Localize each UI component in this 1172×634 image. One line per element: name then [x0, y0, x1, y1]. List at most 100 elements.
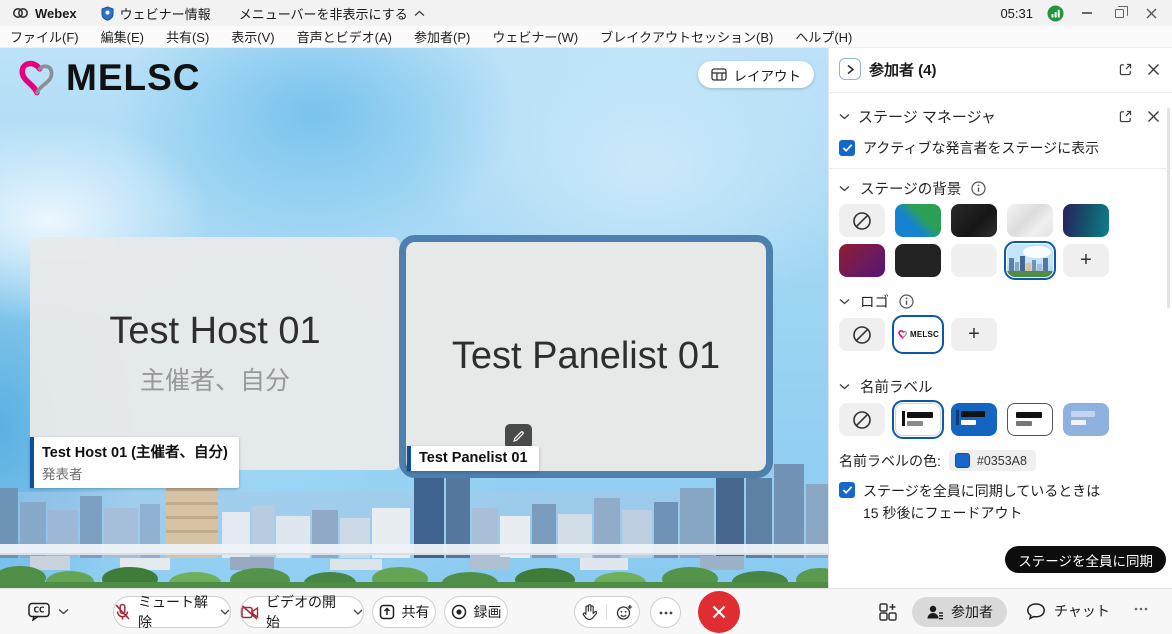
shield-icon — [101, 6, 114, 21]
chevron-down-icon[interactable] — [839, 298, 850, 305]
info-icon[interactable] — [971, 181, 986, 196]
color-swatch — [955, 453, 970, 468]
webinar-info-button[interactable]: ウェビナー情報 — [101, 4, 211, 23]
apps-button[interactable] — [878, 602, 898, 622]
video-tile-panelist[interactable]: Test Panelist 01 — [399, 235, 773, 478]
divider — [829, 92, 1172, 93]
chevron-down-icon[interactable] — [58, 608, 69, 615]
sync-fadeout-checkbox[interactable] — [839, 482, 855, 498]
info-icon[interactable] — [899, 294, 914, 309]
video-tile-host[interactable]: Test Host 01 主催者、自分 — [30, 237, 400, 470]
close-participants-icon[interactable] — [1147, 63, 1160, 76]
menu-share[interactable]: 共有(S) — [166, 27, 209, 46]
raise-hand-icon — [582, 604, 597, 621]
mic-muted-icon — [114, 603, 131, 621]
participants-panel-button[interactable]: 参加者 — [912, 597, 1007, 627]
popout-participants-icon[interactable] — [1118, 62, 1133, 77]
emoji-reaction-icon — [616, 604, 633, 621]
restore-button[interactable] — [1110, 4, 1128, 22]
record-label: 録画 — [474, 602, 502, 622]
record-icon — [451, 604, 467, 620]
bottom-toolbar: CC ミュート解除 ビデオの開始 — [0, 588, 1172, 634]
chevron-up-icon — [414, 10, 425, 17]
chevron-down-icon[interactable] — [220, 609, 230, 615]
more-options-button[interactable] — [650, 597, 681, 628]
collapse-panel-button[interactable] — [839, 58, 861, 80]
menu-participants[interactable]: 参加者(P) — [414, 27, 470, 46]
menu-edit[interactable]: 編集(E) — [101, 27, 144, 46]
meeting-timer: 05:31 — [1000, 6, 1033, 21]
panelist-name-label: Test Panelist 01 — [407, 446, 539, 471]
close-stage-manager-icon[interactable] — [1147, 110, 1160, 123]
chevron-down-icon[interactable] — [839, 185, 850, 192]
chevron-down-icon[interactable] — [839, 383, 850, 390]
melsc-heart-icon — [897, 329, 908, 340]
logo-swatch-melsc-selected[interactable]: MELSC — [895, 318, 941, 351]
active-speaker-checkbox[interactable] — [839, 140, 855, 156]
bg-swatch-dark[interactable] — [951, 204, 997, 237]
menu-view[interactable]: 表示(V) — [231, 27, 274, 46]
camera-off-icon — [241, 605, 259, 620]
bg-swatch-light-gray[interactable] — [951, 244, 997, 277]
menubar: ファイル(F) 編集(E) 共有(S) 表示(V) 音声とビデオ(A) 参加者(… — [0, 26, 1172, 48]
menu-audio-video[interactable]: 音声とビデオ(A) — [297, 27, 392, 46]
panelist-display-name: Test Panelist 01 — [452, 335, 720, 378]
menu-help[interactable]: ヘルプ(H) — [795, 27, 852, 46]
minimize-button[interactable] — [1078, 4, 1096, 22]
record-button[interactable]: 録画 — [444, 596, 508, 628]
leave-meeting-button[interactable] — [698, 591, 740, 633]
name-label-style-none[interactable] — [839, 403, 885, 436]
svg-text:CC: CC — [33, 606, 45, 615]
menu-file[interactable]: ファイル(F) — [10, 27, 79, 46]
logo-swatch-label: MELSC — [910, 330, 939, 339]
chevron-down-icon[interactable] — [353, 609, 363, 615]
bg-swatch-light-swirl[interactable] — [1007, 204, 1053, 237]
participants-header: 参加者 (4) — [839, 56, 1160, 82]
popout-stage-manager-icon[interactable] — [1118, 109, 1133, 124]
name-label-style-blue[interactable] — [951, 403, 997, 436]
captions-button[interactable]: CC — [28, 602, 69, 621]
start-video-button[interactable]: ビデオの開始 — [240, 596, 364, 628]
sync-fadeout-label-line1: ステージを全員に同期しているときは — [863, 481, 1100, 501]
stage-manager-header: ステージ マネージャ — [839, 104, 1160, 128]
bg-swatch-navy-teal[interactable] — [1063, 204, 1109, 237]
bg-swatch-city-selected[interactable] — [1007, 244, 1053, 277]
layout-button-label: レイアウト — [734, 65, 802, 85]
logo-swatch-add-button[interactable]: + — [951, 318, 997, 351]
menu-webinar[interactable]: ウェビナー(W) — [492, 27, 578, 46]
sync-fadeout-row: ステージを全員に同期しているときは — [839, 481, 1160, 501]
bg-swatch-add-button[interactable]: + — [1063, 244, 1109, 277]
name-label-style-white-bar-selected[interactable] — [895, 403, 941, 436]
bg-swatch-none[interactable] — [839, 204, 885, 237]
participants-button-label: 参加者 — [951, 602, 993, 622]
start-video-label: ビデオの開始 — [266, 592, 346, 632]
unmute-button[interactable]: ミュート解除 — [113, 596, 231, 628]
bg-swatch-blue-green[interactable] — [895, 204, 941, 237]
share-button[interactable]: 共有 — [372, 596, 436, 628]
host-label-secondary: 発表者 — [42, 463, 228, 483]
sidebar-scrollbar[interactable] — [1167, 108, 1170, 308]
participants-title: 参加者 (4) — [869, 59, 937, 80]
brand-logo: MELSC — [14, 56, 201, 100]
layout-button[interactable]: レイアウト — [698, 61, 815, 88]
toolbar-overflow-button[interactable] — [1134, 607, 1148, 611]
chat-panel-button[interactable]: チャット — [1026, 601, 1110, 621]
bg-swatch-red-purple[interactable] — [839, 244, 885, 277]
sync-fadeout-label-line2: 15 秒後にフェードアウト — [863, 503, 1022, 523]
sync-stage-button[interactable]: ステージを全員に同期 — [1005, 546, 1166, 573]
bg-swatch-black[interactable] — [895, 244, 941, 277]
apps-grid-icon — [878, 602, 898, 622]
logo-swatch-none[interactable] — [839, 318, 885, 351]
name-label-section-header: 名前ラベル — [839, 376, 1160, 397]
close-window-button[interactable] — [1142, 4, 1160, 22]
stage-manager-title: ステージ マネージャ — [858, 106, 996, 127]
name-label-color-picker[interactable]: #0353A8 — [949, 450, 1036, 471]
chevron-down-icon[interactable] — [839, 113, 850, 120]
reactions-button[interactable] — [574, 596, 640, 628]
hide-menubar-button[interactable]: メニューバーを非表示にする — [239, 4, 425, 23]
name-label-style-light-blue[interactable] — [1063, 403, 1109, 436]
name-label-style-outline[interactable] — [1007, 403, 1053, 436]
close-x-icon — [711, 604, 727, 620]
menu-breakout[interactable]: ブレイクアウトセッション(B) — [600, 27, 773, 46]
chat-bubble-icon — [1026, 602, 1046, 620]
